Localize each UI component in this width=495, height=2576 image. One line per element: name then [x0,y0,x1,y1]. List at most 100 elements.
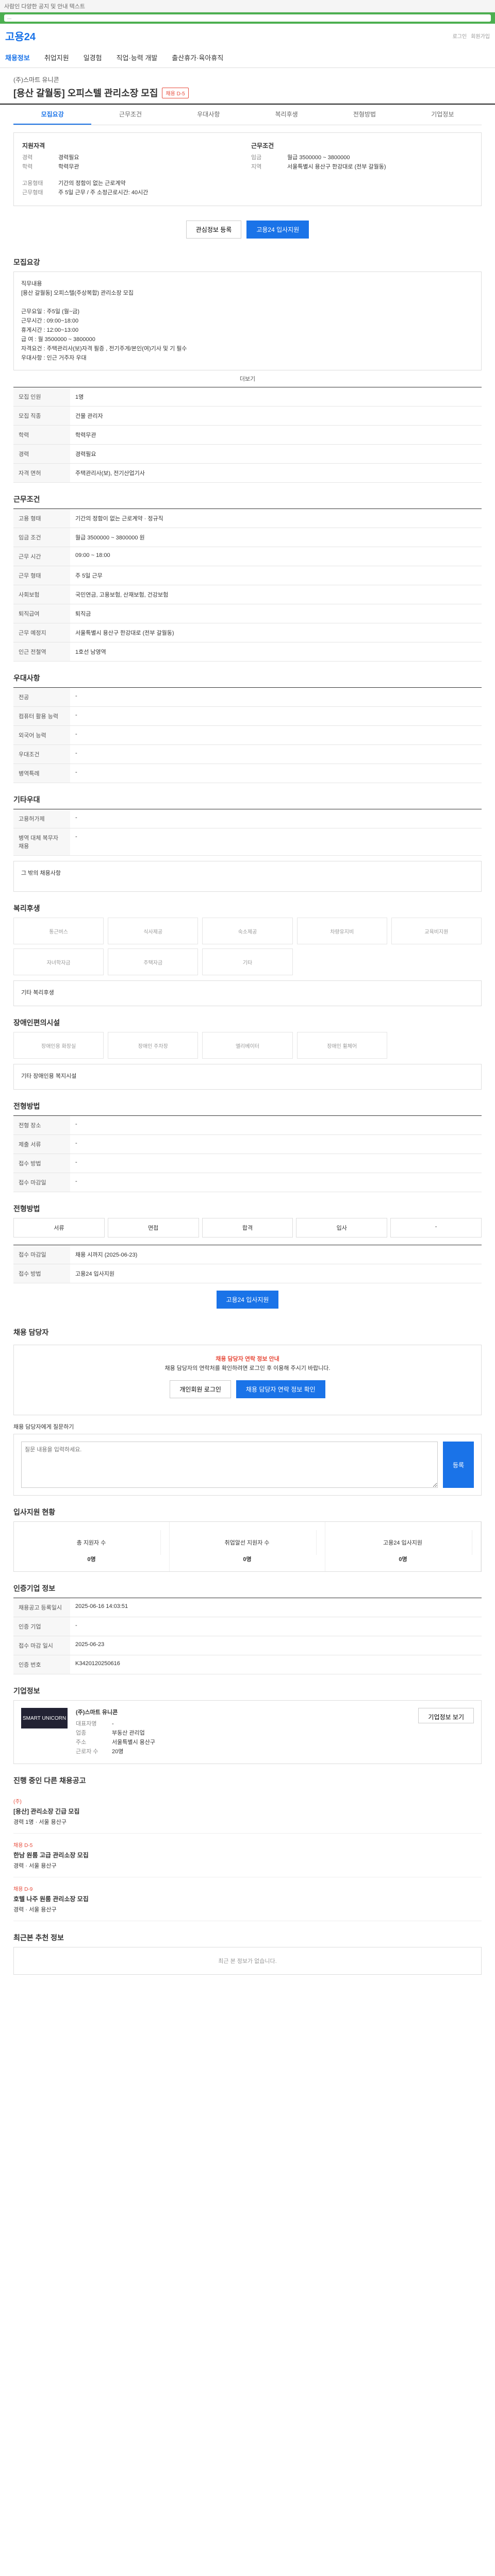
flow-step: 면접 [107,1218,199,1238]
nav-leave[interactable]: 출산휴가·육아휴직 [172,53,223,62]
nav-work-exp[interactable]: 일경험 [84,53,102,62]
browser-notice: 사람인 다양한 공지 및 안내 텍스트 [0,0,495,12]
job-header: (주)스마트 유니콘 [용산 갈월동] 오피스텔 관리소장 모집 채용 D-5 [0,68,495,105]
summary-row: 근무형태 주 5일 근무 / 주 소정근로시간: 40시간 [22,190,148,196]
section-title-recent: 최근본 추천 정보 [13,1934,64,1942]
tab-process[interactable]: 전형방법 [325,105,403,125]
company-row: 근로자 수 20명 [76,1749,124,1755]
login-button[interactable]: 개인회원 로그인 [170,1380,231,1398]
list-item[interactable]: 채용 D-9 호텔 나주 원룸 관리소장 모집 경력 · 서울 용산구 [13,1877,482,1921]
company-row: 대표자명 - [76,1721,114,1727]
apply-button-2[interactable]: 고용24 입사지원 [216,1291,279,1309]
welfare-icon: 주택자금 [108,948,199,975]
company-name[interactable]: (주)스마트 유니콘 [13,75,482,84]
more-button[interactable]: 더보기 [0,375,495,383]
section-title-flow: 전형방법 [13,1205,40,1213]
process-flow: 서류 면접 합격 입사 - [13,1218,482,1238]
nav-support[interactable]: 취업지원 [44,53,69,62]
table-row: 우대조건 - [13,745,482,764]
nav-training[interactable]: 직업·능력 개발 [117,53,158,62]
company-title: (주)스마트 유니콘 [76,1709,118,1716]
login-link[interactable]: 로그인 [453,32,467,40]
table-row: 퇴직급여 퇴직금 [13,604,482,623]
section-title-info: 인증기업 정보 [13,1584,56,1592]
summary-left-title: 지원자격 [22,142,45,149]
welfare-note: 기타 복리후생 [13,980,482,1006]
tab-welfare[interactable]: 복리후생 [248,105,325,125]
tab-conditions[interactable]: 근무조건 [91,105,169,125]
notice-buttons: 개인회원 로그인 채용 담당자 연락 정보 확인 [23,1373,472,1405]
table-row: 모집 인원 1명 [13,387,482,406]
company-box: SMART UNICORN (주)스마트 유니콘 대표자명 - 업종 부동산 관리업… [13,1700,482,1764]
table-row: 모집 직종 건물 관리자 [13,406,482,426]
status-cards: 총 지원자 수 0명 취업알선 지원자 수 0명 고용24 입사지원 0명 [13,1521,482,1572]
table-row: 인증 번호 K3420120250616 [13,1655,482,1674]
disabled-icon: 장애인 휠체어 [296,1032,387,1059]
table-row: 경력 경력필요 [13,445,482,464]
list-item[interactable]: 채용 D-5 한남 원룸 고급 관리소장 모집 경력 · 서울 용산구 [13,1834,482,1877]
table-row: 학력 학력무관 [13,426,482,445]
table-row: 고용허가제 - [13,809,482,828]
flow-step: 입사 [296,1218,388,1238]
company-row: 업종 부동산 관리업 [76,1730,145,1736]
table-row: 컴퓨터 활용 능력 - [13,707,482,726]
tab-prefer[interactable]: 우대사항 [170,105,248,125]
recruit-table: 모집 인원 1명 모집 직종 건물 관리자 학력 학력무관 경력 경력필요 자격 면허 주… [13,387,482,483]
conditions-table: 고용 형태 기간의 정함이 없는 근로계약 · 정규직 임금 조건 월급 35000… [13,509,482,662]
disabled-note: 기타 장애인용 복지시설 [13,1064,482,1090]
qa-input[interactable] [21,1442,438,1488]
qa-box: 등록 [13,1434,482,1496]
table-row: 임금 조건 월급 3500000 ~ 3800000 원 [13,528,482,547]
contact-table: 접수 마감일 채용 시까지 (2025-06-23) 접수 방법 고용24 입사지원 [13,1245,482,1283]
section-tabs: 모집요강 근무조건 우대사항 복리후생 전형방법 기업정보 [13,105,482,125]
header: 고용24 로그인 회원가입 [0,24,495,47]
table-row: 인증 기업 - [13,1617,482,1636]
welfare-icons: 통근버스 식사제공 숙소제공 차량유지비 교육비지원 자녀학자금 주택자금 기타 [13,918,482,975]
status-card: 총 지원자 수 0명 [14,1522,170,1571]
company-row: 주소 서울특별시 용산구 [76,1739,156,1745]
list-item[interactable]: (주) [용산] 관리소장 긴급 모집 경력 1명 · 서울 용산구 [13,1790,482,1834]
apply-buttons: 관심정보 등록 고용24 입사지원 [0,213,495,246]
table-row: 자격 면허 주택관리사(보), 전기산업기사 [13,464,482,483]
flow-step: - [390,1218,482,1238]
dday-badge: 채용 D-5 [162,87,189,98]
site-logo[interactable]: 고용24 [5,28,36,43]
company-more-button[interactable]: 기업정보 보기 [418,1708,474,1723]
table-row: 제출 서류 - [13,1135,482,1154]
contact-info-button[interactable]: 채용 담당자 연락 정보 확인 [236,1380,325,1398]
other-table: 고용허가제 - 병역 대체 복무자 채용 - [13,809,482,856]
table-row: 외국어 능력 - [13,726,482,745]
disabled-icon: 장애인 주차장 [108,1032,199,1059]
section-title-company: 기업정보 [13,1687,40,1695]
related-jobs: (주) [용산] 관리소장 긴급 모집 경력 1명 · 서울 용산구 채용 D-5 한… [13,1790,482,1921]
company-logo: SMART UNICORN [21,1708,68,1728]
contact-notice: 채용 담당자 연락 정보 안내 채용 담당자의 연락처를 확인하려면 로그인 후… [13,1345,482,1415]
scrap-button[interactable]: 관심정보 등록 [186,221,242,239]
table-row: 접수 마감 일시 2025-06-23 [13,1636,482,1655]
job-title: [용산 갈월동] 오피스텔 관리소장 모집 채용 D-5 [13,86,482,99]
qa-submit-button[interactable]: 등록 [443,1442,474,1488]
recent-empty: 최근 본 정보가 없습니다. [13,1947,482,1975]
util-menu: 로그인 회원가입 [453,32,490,40]
nav-jobs[interactable]: 채용정보 [5,53,30,62]
apply-button[interactable]: 고용24 입사지원 [246,221,309,239]
disabled-icons: 장애인용 화장실 장애인 주차장 엘리베이터 장애인 휠체어 [13,1032,482,1059]
signup-link[interactable]: 회원가입 [471,32,490,40]
job-summary: 지원자격 경력 경력필요 학력 학력무관 근무조건 임금 월급 3500000 ~ 3… [13,132,482,206]
tab-recruit[interactable]: 모집요강 [13,105,92,125]
table-row: 병역특례 - [13,764,482,783]
recruit-description: 직무내용 [용산 갈월동] 오피스텔(주상복합) 관리소장 모집 근무요일 : … [13,272,482,370]
table-row: 근무 형태 주 5일 근무 [13,566,482,585]
section-title-conditions: 근무조건 [13,495,40,503]
url-field[interactable]: ... [4,14,491,22]
welfare-icon: 통근버스 [13,918,104,944]
flow-step: 서류 [13,1218,105,1238]
table-row: 접수 마감일 채용 시까지 (2025-06-23) [13,1245,482,1264]
tab-company[interactable]: 기업정보 [404,105,482,125]
summary-right-title: 근무조건 [251,142,274,149]
browser-urlbar: ... [0,12,495,24]
status-card: 고용24 입사지원 0명 [325,1522,481,1571]
welfare-icon: 식사제공 [108,918,199,944]
table-row: 근무 예정지 서울특별시 용산구 한강대로 (전부 갈월동) [13,623,482,642]
prefer-table: 전공 - 컴퓨터 활용 능력 - 외국어 능력 - 우대조건 - 병역특례 - [13,687,482,783]
